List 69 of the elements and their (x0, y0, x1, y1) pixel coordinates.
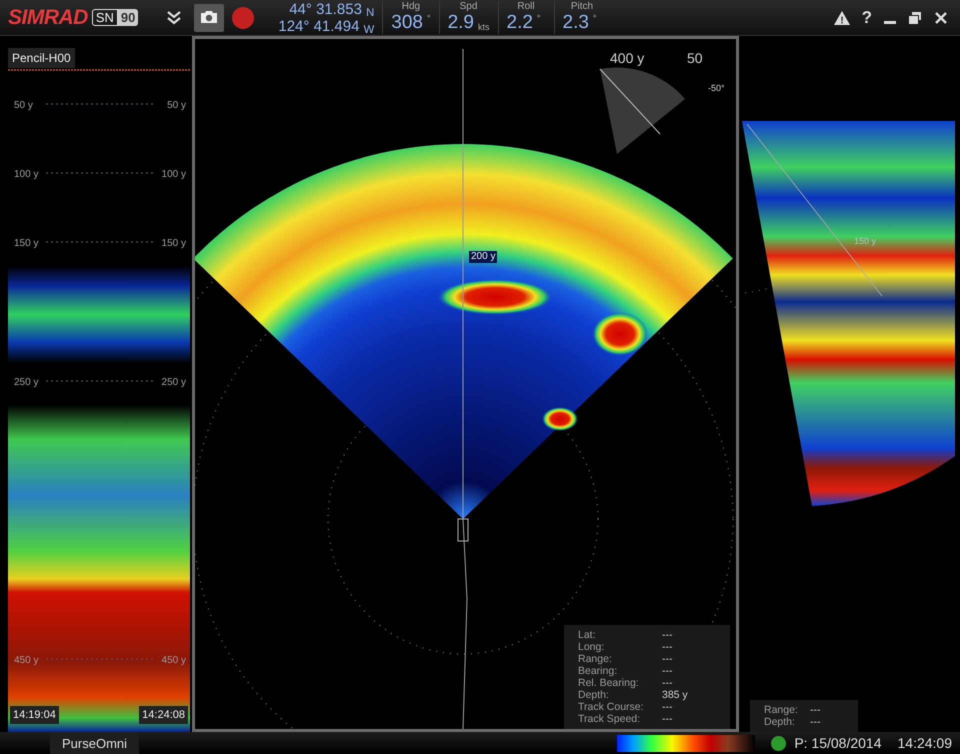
readout-label: Bearing: (578, 665, 618, 677)
readout-label: Long: (578, 641, 606, 653)
close-icon (934, 11, 948, 26)
readout-label: Range: (578, 653, 613, 665)
readout-label: Rel. Bearing: (578, 677, 640, 689)
depth-label: 450 y (14, 655, 38, 666)
camera-button[interactable] (194, 4, 224, 32)
longitude: 124° 41.494 $_{W}$ (278, 18, 374, 34)
readout-value: --- (810, 704, 822, 716)
readout-label: Lat: (578, 629, 597, 641)
depth-label: 100 y (14, 169, 38, 180)
readout-value: 2.2 (506, 12, 533, 34)
readout-value: --- (662, 653, 674, 665)
range-value: 400 y (610, 50, 644, 66)
help-button[interactable]: ? (858, 8, 876, 28)
readout-value: --- (662, 665, 674, 677)
unit-label: ° (426, 12, 431, 25)
unit-label: ° (592, 12, 597, 25)
start-time: 14:19:04 (10, 706, 59, 724)
depth-label: 450 y (162, 655, 186, 666)
end-time: 14:24:08 (139, 706, 188, 724)
record-button[interactable] (232, 6, 254, 28)
readout-label: Roll (516, 1, 536, 12)
readout-value: --- (662, 701, 674, 713)
tilt-line (600, 68, 660, 134)
vessel-marker (458, 518, 468, 542)
readout-value: --- (662, 677, 674, 689)
readout-value: 385 y (662, 689, 689, 701)
minimize-icon (884, 21, 896, 24)
panel-title: Pencil-H00 (8, 48, 75, 68)
depth-label: 50 y (14, 100, 33, 111)
readout-value: --- (662, 641, 674, 653)
model-label: SN (92, 9, 118, 26)
readout-value: 2.3 (562, 12, 589, 34)
brand-logo: SIMRAD (8, 4, 88, 31)
readout-label: Track Course: (578, 701, 645, 713)
depth-label: 150 y (14, 238, 38, 249)
depth-label: 100 y (162, 169, 186, 180)
view-tab[interactable]: PurseOmni (50, 732, 140, 754)
unit-label: ° (536, 12, 541, 25)
latitude: 44° 31.853 $_{N}$ (289, 0, 374, 18)
readout-label: Pitch (570, 1, 594, 12)
readout-value: --- (662, 713, 674, 725)
readout-value: --- (810, 716, 822, 728)
depth-label: 150 y (162, 238, 186, 249)
depth-label: 250 y (162, 377, 186, 388)
angle-label: -50° (708, 83, 725, 93)
tilt-sector-icon (600, 68, 685, 154)
tilt-value: 50 (687, 50, 703, 66)
time-label: 14:24:09 (898, 734, 952, 752)
model-number: 90 (118, 9, 138, 26)
date-label: P: 15/08/2014 (794, 734, 882, 752)
unit-label: kts (478, 20, 490, 34)
restore-icon (908, 11, 922, 26)
readout-value: 2.9 (448, 12, 474, 34)
range-label: 150 y (854, 236, 876, 246)
depth-label: 50 y (167, 100, 186, 111)
readout-label: Depth: (764, 716, 796, 728)
readout-label: Range: (764, 704, 799, 716)
readout-label: Depth: (578, 689, 610, 701)
double-chevron-icon (166, 10, 182, 26)
range-label: 200 y (469, 251, 498, 263)
readout-label: Track Speed: (578, 713, 642, 725)
camera-icon (200, 10, 218, 24)
readout-label: Spd (458, 1, 478, 12)
readout-value: --- (662, 629, 674, 641)
readout-label: Hdg (400, 1, 422, 12)
depth-label: 250 y (14, 377, 38, 388)
readout-value: 308 (391, 12, 423, 34)
